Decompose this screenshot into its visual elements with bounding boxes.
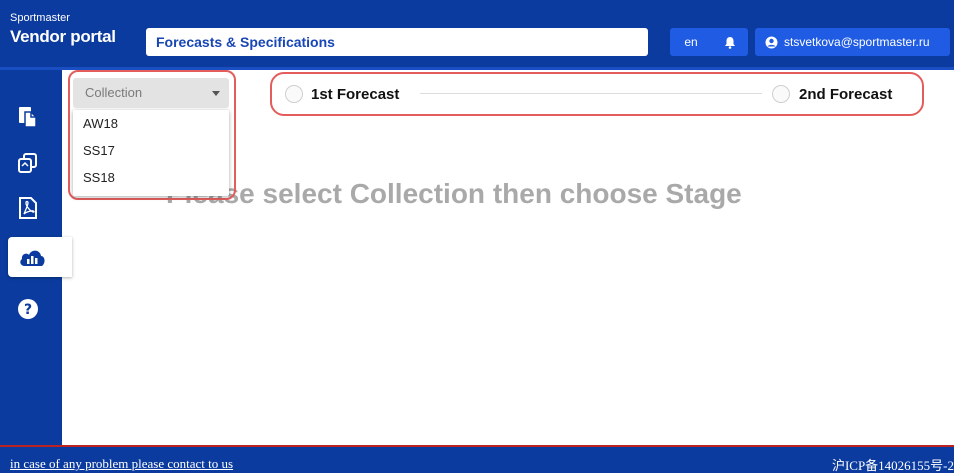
collection-option[interactable]: SS18: [73, 164, 229, 191]
sidebar-item-documents[interactable]: [8, 97, 48, 137]
sidebar-item-copy[interactable]: [8, 143, 48, 183]
collection-option[interactable]: SS17: [73, 137, 229, 164]
help-icon: ?: [18, 299, 38, 319]
collection-option[interactable]: AW18: [73, 110, 229, 137]
brand-small: Sportmaster: [10, 12, 70, 24]
user-email: stsvetkova@sportmaster.ru: [784, 35, 930, 49]
pdf-icon: [19, 197, 37, 219]
empty-state-message: Please select Collection then choose Sta…: [166, 178, 742, 209]
stage-label-first[interactable]: 1st Forecast: [311, 86, 399, 103]
bell-icon: [725, 36, 735, 49]
icp-license: 沪ICP备14026155号-2: [831, 458, 954, 473]
header-bar: Sportmaster Vendor portal Forecasts & Sp…: [0, 0, 954, 70]
sidebar-item-forecasts[interactable]: [8, 237, 72, 277]
language-button[interactable]: en: [670, 28, 712, 56]
stage-divider: [420, 93, 762, 94]
sidebar: ? »: [0, 70, 72, 470]
documents-icon: [19, 107, 37, 128]
collection-placeholder: Collection: [85, 85, 143, 100]
page-title: Forecasts & Specifications: [146, 28, 648, 56]
stage-radio-first[interactable]: [285, 85, 303, 103]
footer: in case of any problem please contact to…: [0, 445, 954, 473]
contact-link[interactable]: in case of any problem please contact to…: [10, 456, 233, 472]
brand-logo[interactable]: Vendor portal: [10, 27, 116, 47]
collection-select[interactable]: Collection: [73, 78, 229, 108]
svg-text:?: ?: [24, 302, 32, 318]
sidebar-item-help[interactable]: ?: [8, 289, 48, 329]
stage-radio-second[interactable]: [772, 85, 790, 103]
sidebar-item-pdf[interactable]: [8, 188, 48, 228]
cloud-chart-icon: [20, 250, 45, 266]
user-circle-icon: [765, 36, 778, 48]
stage-label-second[interactable]: 2nd Forecast: [799, 86, 892, 103]
copy-icon: [18, 153, 37, 173]
chevron-down-icon: [212, 91, 220, 96]
notifications-button[interactable]: [712, 28, 748, 56]
collection-dropdown: AW18 SS17 SS18: [73, 110, 229, 196]
user-menu-button[interactable]: stsvetkova@sportmaster.ru: [755, 28, 950, 56]
